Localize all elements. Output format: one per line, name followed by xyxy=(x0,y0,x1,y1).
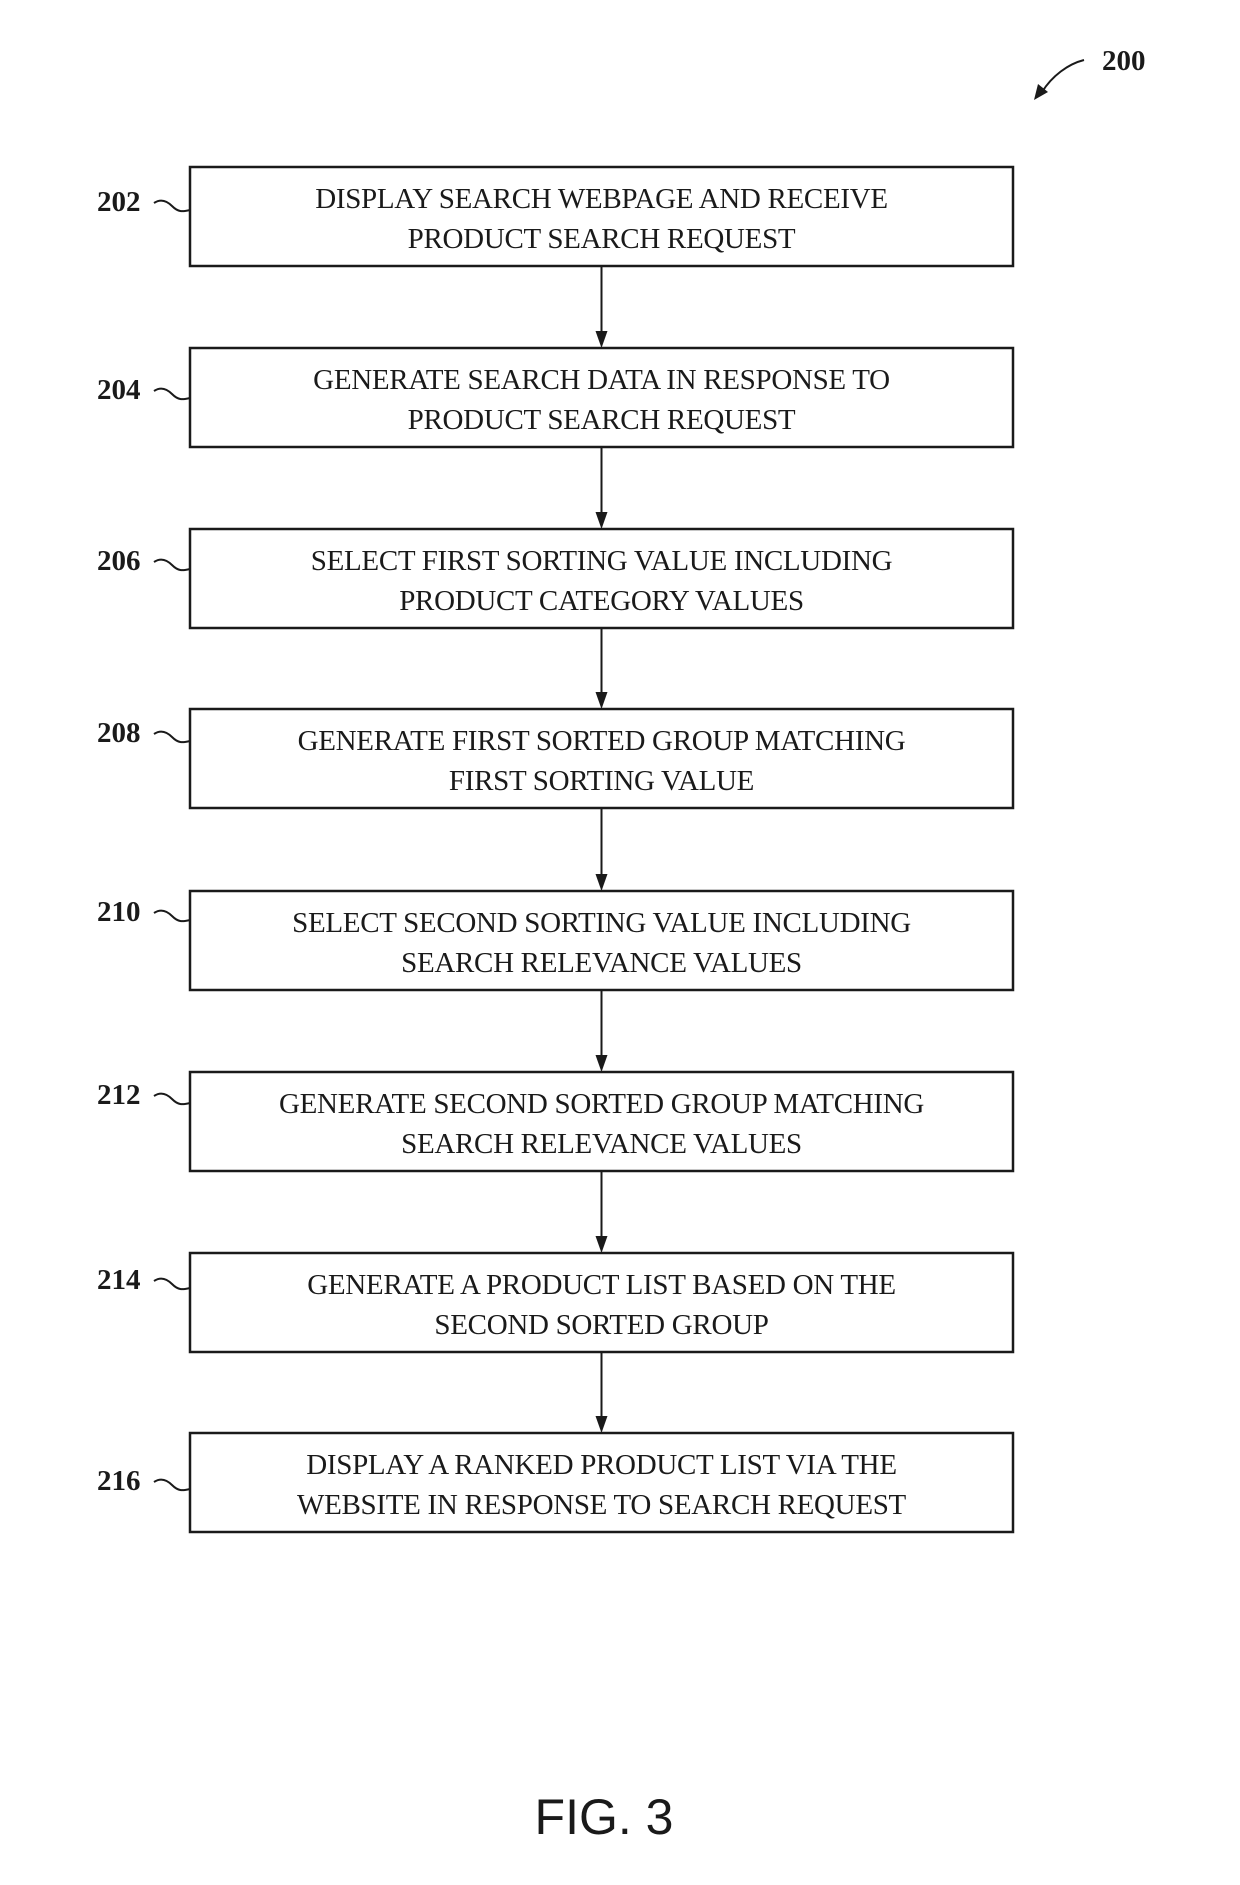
leader-line-icon xyxy=(153,1277,191,1291)
step-text-line: DISPLAY A RANKED PRODUCT LIST VIA THE xyxy=(306,1449,896,1481)
leader-line-icon xyxy=(153,730,191,744)
flow-step: DISPLAY SEARCH WEBPAGE AND RECEIVE PRODUC… xyxy=(97,165,1015,268)
step-reference-number: 216 xyxy=(97,1465,141,1497)
flow-step: GENERATE SECOND SORTED GROUP MATCHING SEA… xyxy=(97,1070,1015,1173)
figure-reference: 200 xyxy=(1034,45,1146,100)
flowchart-diagram: 200 DISPLAY SEARCH WEBPAGE AND RECEIVE PR… xyxy=(97,45,1146,1845)
flow-arrow xyxy=(595,266,608,348)
step-text-line: GENERATE SECOND SORTED GROUP MATCHING xyxy=(279,1088,924,1120)
step-text-line: PRODUCT SEARCH REQUEST xyxy=(408,223,796,255)
arrow-down-icon xyxy=(595,874,608,891)
arrow-down-icon xyxy=(595,1416,608,1433)
step-text-line: GENERATE FIRST SORTED GROUP MATCHING xyxy=(298,725,906,757)
step-text-line: GENERATE A PRODUCT LIST BASED ON THE xyxy=(307,1269,896,1301)
step-text-line: PRODUCT CATEGORY VALUES xyxy=(399,585,804,617)
flow-step: SELECT FIRST SORTING VALUE INCLUDING PROD… xyxy=(97,527,1015,630)
flow-arrow xyxy=(595,1352,608,1433)
flow-step: GENERATE SEARCH DATA IN RESPONSE TO PRODU… xyxy=(97,346,1015,449)
step-text-line: WEBSITE IN RESPONSE TO SEARCH REQUEST xyxy=(297,1489,907,1521)
leader-line-icon xyxy=(153,199,191,213)
leader-line-icon xyxy=(153,387,191,401)
flow-step: DISPLAY A RANKED PRODUCT LIST VIA THE WEB… xyxy=(97,1431,1015,1534)
step-text-line: PRODUCT SEARCH REQUEST xyxy=(408,404,796,436)
step-reference-number: 214 xyxy=(97,1264,141,1296)
figure-reference-number: 200 xyxy=(1102,45,1146,77)
steps-layer: DISPLAY SEARCH WEBPAGE AND RECEIVE PRODUC… xyxy=(97,165,1015,1534)
step-text-line: SEARCH RELEVANCE VALUES xyxy=(401,947,802,979)
flow-step: SELECT SECOND SORTING VALUE INCLUDING SEA… xyxy=(97,889,1015,992)
arrow-down-icon xyxy=(595,692,608,709)
step-reference-number: 212 xyxy=(97,1079,141,1111)
flow-arrow xyxy=(595,990,608,1072)
flow-arrow xyxy=(595,447,608,529)
step-reference-number: 202 xyxy=(97,186,141,218)
flow-step: GENERATE FIRST SORTED GROUP MATCHING FIRS… xyxy=(97,707,1015,810)
leader-line-icon xyxy=(153,909,191,923)
flow-arrow xyxy=(595,1171,608,1253)
arrow-down-icon xyxy=(595,1055,608,1072)
step-text-line: SELECT SECOND SORTING VALUE INCLUDING xyxy=(292,907,911,939)
arrow-down-icon xyxy=(595,512,608,529)
leader-line-icon xyxy=(153,1092,191,1106)
step-reference-number: 206 xyxy=(97,545,141,577)
flow-arrow xyxy=(595,628,608,709)
step-text-line: SELECT FIRST SORTING VALUE INCLUDING xyxy=(311,545,893,577)
flow-step: GENERATE A PRODUCT LIST BASED ON THE SECO… xyxy=(97,1251,1015,1354)
step-text-line: SECOND SORTED GROUP xyxy=(434,1309,768,1341)
flow-arrow xyxy=(595,808,608,891)
step-text-line: FIRST SORTING VALUE xyxy=(449,765,754,797)
figure-caption: FIG. 3 xyxy=(535,1789,674,1845)
leader-line-icon xyxy=(153,1478,191,1492)
arrow-down-icon xyxy=(595,1236,608,1253)
step-reference-number: 208 xyxy=(97,717,141,749)
step-reference-number: 204 xyxy=(97,374,141,406)
step-reference-number: 210 xyxy=(97,896,141,928)
figure-reference-arrow-icon xyxy=(1041,59,1085,93)
leader-line-icon xyxy=(153,558,191,572)
step-text-line: DISPLAY SEARCH WEBPAGE AND RECEIVE xyxy=(315,183,888,215)
step-text-line: SEARCH RELEVANCE VALUES xyxy=(401,1128,802,1160)
step-text-line: GENERATE SEARCH DATA IN RESPONSE TO xyxy=(313,364,890,396)
arrow-down-icon xyxy=(595,331,608,348)
